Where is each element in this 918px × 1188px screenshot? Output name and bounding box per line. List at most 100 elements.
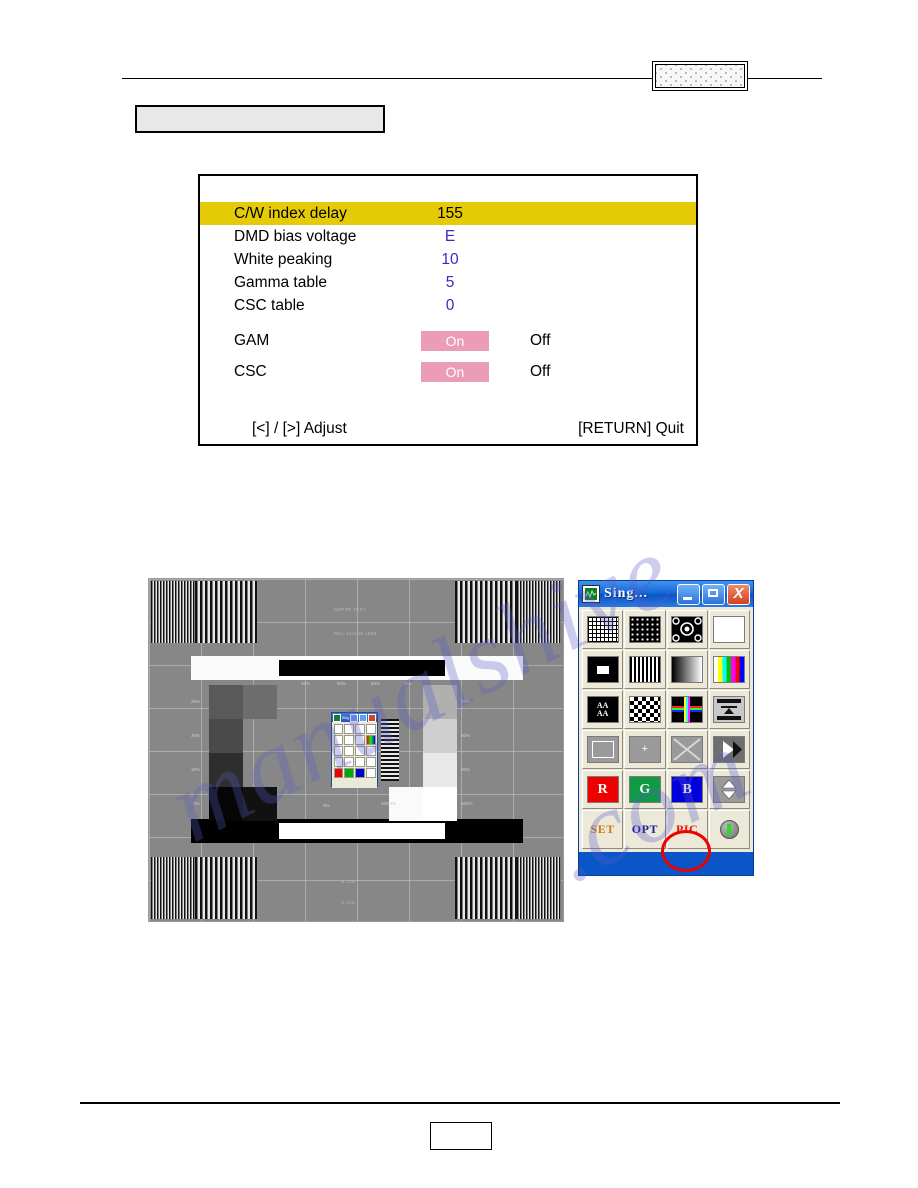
button-pic[interactable]: PIC (666, 810, 708, 849)
button-color-crosshatch[interactable] (666, 690, 708, 729)
osd-row-csc-table[interactable]: CSC table 0 (200, 294, 696, 317)
button-opt[interactable]: OPT (624, 810, 666, 849)
pattern-button-grid: AA AA + R G B SET OPT PIC (579, 607, 753, 852)
header-badge (652, 61, 748, 91)
pct-top-3: 60% (371, 681, 381, 686)
color-bars-icon (713, 656, 746, 683)
osd-toggle-on-option[interactable]: On (421, 361, 489, 382)
button-red-field[interactable]: R (582, 770, 624, 809)
gray-step-right-3 (423, 753, 457, 787)
grid-icon (586, 616, 619, 643)
button-character-pattern[interactable]: AA AA (582, 690, 624, 729)
projected-maximize-icon (359, 713, 367, 722)
osd-row-dmd-bias-voltage[interactable]: DMD bias voltage E (200, 225, 696, 248)
button-vertical-bars[interactable] (624, 650, 666, 689)
projected-titlebar: Sing... (332, 713, 377, 722)
button-circle-pattern[interactable] (666, 610, 708, 649)
button-checkerboard[interactable] (624, 690, 666, 729)
header-title-box (135, 105, 385, 133)
maximize-button[interactable] (702, 583, 725, 605)
pct-center-a: 0% (323, 803, 330, 808)
gray-step-left-3 (209, 719, 243, 753)
footer-rule (80, 1102, 840, 1104)
dots-icon (628, 616, 661, 643)
pattern-title: SMPTE TEST (334, 607, 367, 612)
button-crosshair[interactable]: + (624, 730, 666, 769)
status-led-icon (719, 820, 739, 839)
play-triangle-icon (713, 736, 746, 763)
checkerboard-icon (628, 696, 661, 723)
white-rect-on-black-icon (586, 656, 619, 683)
pct-left-2: 30% (191, 733, 201, 738)
singen-app-window: Sing... X AA AA + R G B SET OPT PIC (578, 580, 754, 876)
button-color-bars[interactable] (708, 650, 750, 689)
osd-label: White peaking (234, 250, 333, 268)
osd-label: C/W index delay (234, 204, 347, 222)
button-diagonal-cross[interactable] (666, 730, 708, 769)
button-set[interactable]: SET (582, 810, 624, 849)
button-blue-field[interactable]: B (666, 770, 708, 809)
osd-quit-hint: [RETURN] Quit (578, 420, 684, 437)
page-number-box (430, 1122, 492, 1150)
pct-center-b: 100 0% (381, 801, 397, 806)
close-icon: X (733, 584, 744, 602)
osd-value: 155 (437, 204, 463, 222)
green-field-icon: G (628, 776, 661, 803)
button-blank-raster[interactable] (582, 730, 624, 769)
app-titlebar[interactable]: Sing... X (579, 581, 753, 607)
osd-row-white-peaking[interactable]: White peaking 10 (200, 248, 696, 271)
pct-top-1: 40% (301, 681, 311, 686)
close-button[interactable]: X (727, 583, 750, 605)
x-cross-icon (671, 736, 704, 763)
projected-button-grid (332, 722, 377, 788)
osd-row-list: C/W index delay 155 DMD bias voltage E W… (200, 202, 696, 387)
pattern-h-label: H 128 (341, 879, 356, 884)
pct-right-1: 70% (461, 699, 471, 704)
osd-row-gamma-table[interactable]: Gamma table 5 (200, 271, 696, 294)
waveform-icon (582, 585, 600, 603)
osd-menu-panel: C/W index delay 155 DMD bias voltage E W… (198, 174, 698, 446)
button-grayscale-ramp[interactable] (666, 650, 708, 689)
osd-toggle-off-option[interactable]: Off (530, 332, 550, 350)
osd-toggle-on-option[interactable]: On (421, 330, 489, 351)
center-burst (381, 719, 399, 781)
burst-top-left-2 (195, 581, 257, 643)
osd-label: DMD bias voltage (234, 227, 357, 245)
opt-label: OPT (631, 822, 658, 836)
white-bar (191, 656, 523, 680)
projected-app-icon (333, 713, 341, 722)
button-white-field[interactable] (708, 610, 750, 649)
burst-bottom-right-2 (455, 857, 517, 919)
gray-rect-icon (586, 736, 619, 763)
projected-app-window: Sing... (331, 712, 378, 788)
osd-label: CSC table (234, 296, 305, 314)
osd-value: 0 (445, 296, 455, 314)
osd-row-cw-index-delay[interactable]: C/W index delay 155 (200, 202, 696, 225)
pic-label: PIC (676, 822, 699, 836)
osd-toggle-gam[interactable]: GAM On Off (200, 325, 696, 356)
button-green-field[interactable]: G (624, 770, 666, 809)
minimize-button[interactable] (677, 583, 700, 605)
button-grid-pattern[interactable] (582, 610, 624, 649)
osd-toggle-csc[interactable]: CSC On Off (200, 356, 696, 387)
osd-toggle-off-option[interactable]: Off (530, 363, 550, 381)
letter-a-icon: AA AA (586, 696, 619, 723)
osd-adjust-hint: [<] / [>] Adjust (252, 420, 347, 437)
gray-step-left-6 (243, 787, 277, 821)
projected-app-title: Sing... (342, 715, 349, 720)
pct-left-1: 30% (191, 699, 201, 704)
button-window-box-pattern[interactable] (582, 650, 624, 689)
button-dot-pattern[interactable] (624, 610, 666, 649)
pattern-v-label: V 102 (341, 900, 355, 905)
pct-left-4: 0% (193, 801, 200, 806)
app-title: Sing... (604, 586, 648, 601)
button-motion-test[interactable] (708, 730, 750, 769)
pct-right-3: 90% (461, 767, 471, 772)
button-updown-arrows[interactable] (708, 770, 750, 809)
button-monoscope[interactable] (708, 690, 750, 729)
button-status-led[interactable] (708, 810, 750, 849)
test-pattern-image: SMPTE TEST Rev. 141109 1998 H 128 V 102 … (148, 578, 564, 922)
gradient-icon (671, 656, 704, 683)
osd-toggle-label: CSC (234, 362, 267, 380)
set-label: SET (590, 822, 615, 836)
